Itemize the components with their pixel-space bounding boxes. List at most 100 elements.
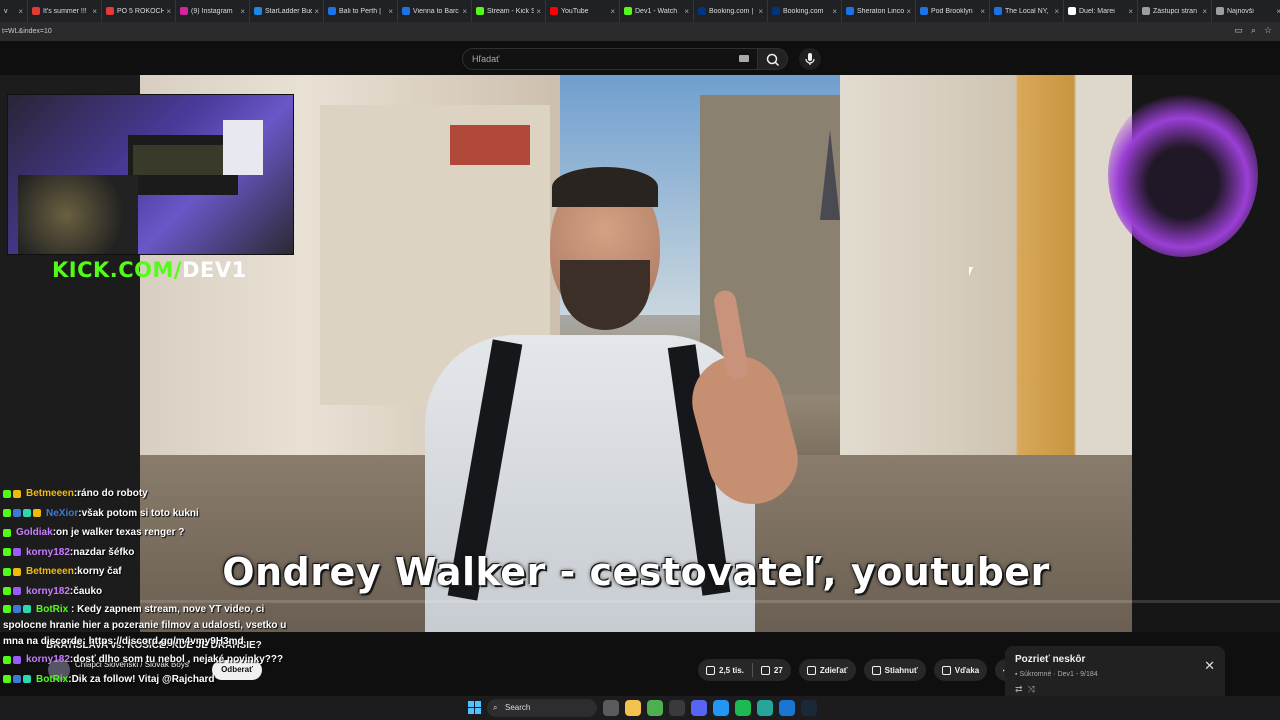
- taskbar-steam-icon[interactable]: [801, 700, 817, 716]
- browser-tab[interactable]: It's summer !!! ×: [28, 0, 102, 22]
- browser-tab[interactable]: PO 5 ROKOCH ×: [102, 0, 176, 22]
- browser-tab[interactable]: Vienna to Barc ×: [398, 0, 472, 22]
- tab-close-icon[interactable]: ×: [832, 7, 837, 16]
- browser-tab[interactable]: Sheraton Linco ×: [842, 0, 916, 22]
- tab-close-icon[interactable]: ×: [906, 7, 911, 16]
- browser-tab[interactable]: v ×: [0, 0, 28, 22]
- thanks-button[interactable]: Vďaka: [933, 659, 988, 681]
- taskbar-app-9-icon[interactable]: [779, 700, 795, 716]
- tab-close-icon[interactable]: ×: [166, 7, 171, 16]
- browser-tab[interactable]: Dev1 - Watch ×: [620, 0, 694, 22]
- share-button[interactable]: Zdieľať: [798, 659, 856, 681]
- browser-tab[interactable]: Najnovši ×: [1212, 0, 1280, 22]
- taskbar-task-view-icon[interactable]: [603, 700, 619, 716]
- keyboard-icon[interactable]: [739, 55, 749, 62]
- watch-later-panel: Pozrieť neskôr ▪ Súkromné · Dev1 - 9/184…: [1005, 646, 1225, 696]
- tab-close-icon[interactable]: ×: [462, 7, 467, 16]
- tab-label: PO 5 ROKOCH: [117, 7, 165, 15]
- tab-close-icon[interactable]: ×: [1202, 7, 1207, 16]
- video-progress-bar[interactable]: [140, 600, 1280, 603]
- dislike-button[interactable]: 27: [753, 659, 791, 681]
- tab-close-icon[interactable]: ×: [314, 7, 319, 16]
- video-scene-building-right: [840, 75, 1132, 475]
- shuffle-icon[interactable]: ⤨: [1028, 684, 1035, 694]
- chat-username[interactable]: BotRix: [36, 604, 68, 615]
- taskbar-search[interactable]: ⌕ Search: [487, 699, 597, 717]
- chat-username[interactable]: NeXior: [46, 504, 78, 524]
- tab-favicon-icon: [550, 7, 558, 15]
- chat-badge-icon: [3, 605, 11, 614]
- zoom-icon[interactable]: ⌕: [1251, 25, 1256, 36]
- like-button[interactable]: 2,5 tis.: [698, 659, 752, 681]
- chat-message: korny182 : nazdar šéfko: [0, 543, 300, 563]
- tab-close-icon[interactable]: ×: [980, 7, 985, 16]
- taskbar-discord-icon[interactable]: [691, 700, 707, 716]
- windows-logo-icon: [475, 701, 481, 707]
- video-scene-spire: [820, 130, 840, 220]
- tab-close-icon[interactable]: ×: [1276, 7, 1280, 16]
- browser-tab[interactable]: Duel: Marei ×: [1064, 0, 1138, 22]
- thanks-icon: [941, 665, 951, 675]
- browser-tab[interactable]: (9) Instagram ×: [176, 0, 250, 22]
- chat-username[interactable]: Betmeeen: [26, 562, 74, 582]
- tab-close-icon[interactable]: ×: [1054, 7, 1059, 16]
- taskbar-spotify-icon[interactable]: [735, 700, 751, 716]
- browser-tab[interactable]: YouTube ×: [546, 0, 620, 22]
- search-button[interactable]: [758, 48, 788, 70]
- tab-label: Dev1 - Watch: [635, 7, 678, 15]
- chat-username[interactable]: Betmeeen: [26, 484, 74, 504]
- chat-message: BotRix : Dik za follow! Vitaj @Rajchard: [0, 670, 300, 690]
- chat-text: korny čaf: [77, 566, 122, 577]
- chat-username[interactable]: korny182: [26, 582, 70, 602]
- tab-favicon-icon: [180, 7, 188, 15]
- chat-badge-icon: [3, 489, 11, 498]
- tab-close-icon[interactable]: ×: [536, 7, 541, 16]
- tab-close-icon[interactable]: ×: [758, 7, 763, 16]
- video-presenter-beard: [560, 260, 650, 330]
- tab-close-icon[interactable]: ×: [240, 7, 245, 16]
- browser-tab[interactable]: Stream - Kick S ×: [472, 0, 546, 22]
- chat-badge-icon: [13, 675, 21, 684]
- browser-tab[interactable]: The Local NY, ×: [990, 0, 1064, 22]
- search-input[interactable]: Hľadať: [462, 48, 758, 70]
- tab-close-icon[interactable]: ×: [1128, 7, 1133, 16]
- browser-tab[interactable]: Booking.com ×: [768, 0, 842, 22]
- taskbar-app-6-icon[interactable]: [713, 700, 729, 716]
- start-button[interactable]: [468, 701, 481, 714]
- loop-icon[interactable]: ⇄: [1015, 684, 1023, 694]
- address-bar[interactable]: t=WL&index=10 ▭ ⌕ ☆: [0, 22, 1280, 41]
- windows-taskbar: ⌕ Search: [0, 696, 1280, 720]
- chat-username[interactable]: BotRix: [36, 670, 68, 690]
- chat-username[interactable]: korny182: [26, 543, 70, 563]
- download-button[interactable]: Stiahnuť: [863, 659, 926, 681]
- browser-tab[interactable]: StarLadder Bud ×: [250, 0, 324, 22]
- tab-close-icon[interactable]: ×: [388, 7, 393, 16]
- bookmark-star-icon[interactable]: ☆: [1264, 25, 1272, 36]
- taskbar-app-8-icon[interactable]: [757, 700, 773, 716]
- tab-close-icon[interactable]: ×: [684, 7, 689, 16]
- browser-tab[interactable]: Bali to Perth | ×: [324, 0, 398, 22]
- taskbar-chrome-icon[interactable]: [647, 700, 663, 716]
- taskbar-file-explorer-icon[interactable]: [625, 700, 641, 716]
- tab-favicon-icon: [328, 7, 336, 15]
- browser-tab[interactable]: Pod Brooklyn ×: [916, 0, 990, 22]
- watch-later-title[interactable]: Pozrieť neskôr: [1015, 654, 1085, 665]
- tab-favicon-icon: [1142, 7, 1150, 15]
- browser-tab[interactable]: Zástupci stran ×: [1138, 0, 1212, 22]
- chat-username[interactable]: korny182: [26, 650, 70, 670]
- tab-close-icon[interactable]: ×: [610, 7, 615, 16]
- video-presenter-hair: [552, 167, 658, 207]
- download-icon: [871, 665, 881, 675]
- tab-favicon-icon: [698, 7, 706, 15]
- taskbar-app-4-icon[interactable]: [669, 700, 685, 716]
- share-icon: [806, 665, 816, 675]
- chat-username[interactable]: Goldiak: [16, 523, 53, 543]
- tab-close-icon[interactable]: ×: [92, 7, 97, 16]
- tab-label: YouTube: [561, 7, 589, 15]
- browser-tab[interactable]: Booking.com | ×: [694, 0, 768, 22]
- dislike-count: 27: [773, 665, 783, 675]
- tab-close-icon[interactable]: ×: [18, 7, 23, 16]
- cast-icon[interactable]: ▭: [1234, 25, 1243, 36]
- close-icon[interactable]: ✕: [1204, 658, 1215, 674]
- voice-search-button[interactable]: [799, 48, 821, 70]
